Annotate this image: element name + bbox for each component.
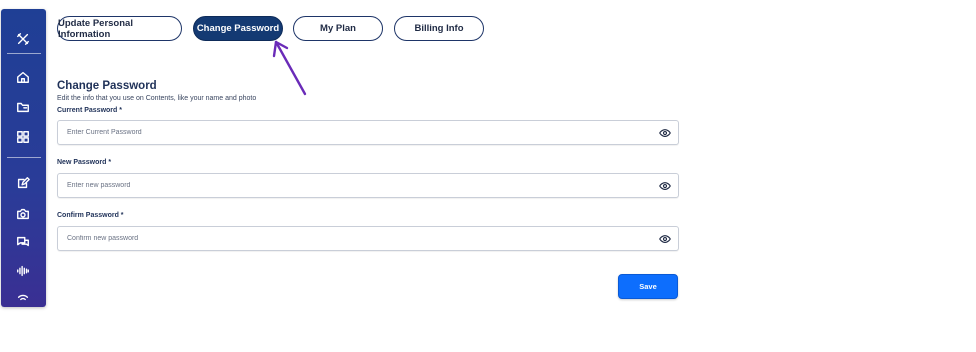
new-password-input[interactable] — [58, 174, 648, 197]
chat-icon[interactable] — [13, 232, 33, 252]
audio-wave-icon[interactable] — [13, 261, 33, 281]
sidebar-divider — [7, 157, 41, 158]
confirm-password-label: Confirm Password * — [57, 212, 124, 219]
current-password-field — [57, 120, 679, 145]
folder-icon[interactable] — [13, 97, 33, 117]
current-password-label: Current Password * — [57, 107, 122, 114]
home-icon[interactable] — [13, 67, 33, 87]
new-password-field — [57, 173, 679, 198]
edit-icon[interactable] — [13, 173, 33, 193]
tools-icon[interactable] — [13, 29, 33, 49]
camera-icon[interactable] — [13, 204, 33, 224]
current-password-input[interactable] — [58, 121, 648, 144]
annotation-arrow — [272, 40, 307, 96]
wifi-icon[interactable] — [13, 294, 33, 304]
eye-icon[interactable] — [658, 126, 672, 140]
confirm-password-input[interactable] — [58, 227, 648, 250]
section-title: Change Password — [57, 80, 157, 92]
eye-icon[interactable] — [658, 232, 672, 246]
eye-icon[interactable] — [658, 179, 672, 193]
tab-update-personal-information[interactable]: Update Personal Information — [57, 16, 182, 41]
tab-billing-info[interactable]: Billing Info — [394, 16, 484, 41]
confirm-password-field — [57, 226, 679, 251]
section-subtitle: Edit the info that you use on Contents, … — [57, 95, 257, 102]
grid-icon[interactable] — [13, 127, 33, 147]
sidebar-divider — [7, 53, 41, 54]
new-password-label: New Password * — [57, 159, 112, 166]
save-button[interactable]: Save — [618, 274, 678, 299]
sidebar — [1, 9, 46, 307]
